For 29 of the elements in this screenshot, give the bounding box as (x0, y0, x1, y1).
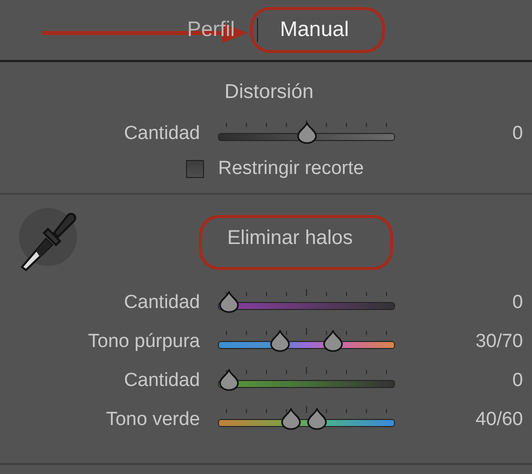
slider[interactable] (218, 122, 395, 144)
slider-thumb[interactable] (307, 408, 328, 430)
slider-thumb[interactable] (219, 368, 239, 390)
slider-value: 0 (511, 122, 523, 144)
slider-thumb[interactable] (270, 330, 290, 352)
slider-value: 30/70 (474, 330, 523, 352)
slider-value: 40/60 (474, 408, 523, 430)
eyedropper-icon[interactable] (16, 207, 78, 271)
slider-label: Cantidad (122, 292, 200, 314)
slider[interactable] (218, 408, 395, 430)
checkbox[interactable] (186, 160, 204, 178)
slider[interactable] (218, 292, 395, 314)
slider-thumb[interactable] (296, 122, 316, 144)
section-title: Eliminar halos (227, 226, 353, 248)
slider-thumb[interactable] (281, 408, 301, 430)
slider-value: 0 (511, 370, 523, 392)
slider-thumb[interactable] (322, 330, 343, 352)
checkbox-label: Restringir recorte (218, 158, 364, 180)
panel-tab[interactable]: Perfil (185, 18, 237, 42)
panel-tab[interactable]: Manual (278, 18, 351, 42)
slider-label: Cantidad (122, 122, 200, 144)
slider-value: 0 (511, 292, 523, 314)
slider-thumb[interactable] (219, 290, 239, 312)
section-title: Distorsión (224, 80, 314, 105)
slider[interactable] (218, 370, 395, 392)
slider-label: Cantidad (122, 370, 200, 392)
slider[interactable] (218, 330, 395, 352)
slider-label: Tono verde (104, 408, 200, 430)
slider-label: Tono púrpura (87, 330, 200, 352)
